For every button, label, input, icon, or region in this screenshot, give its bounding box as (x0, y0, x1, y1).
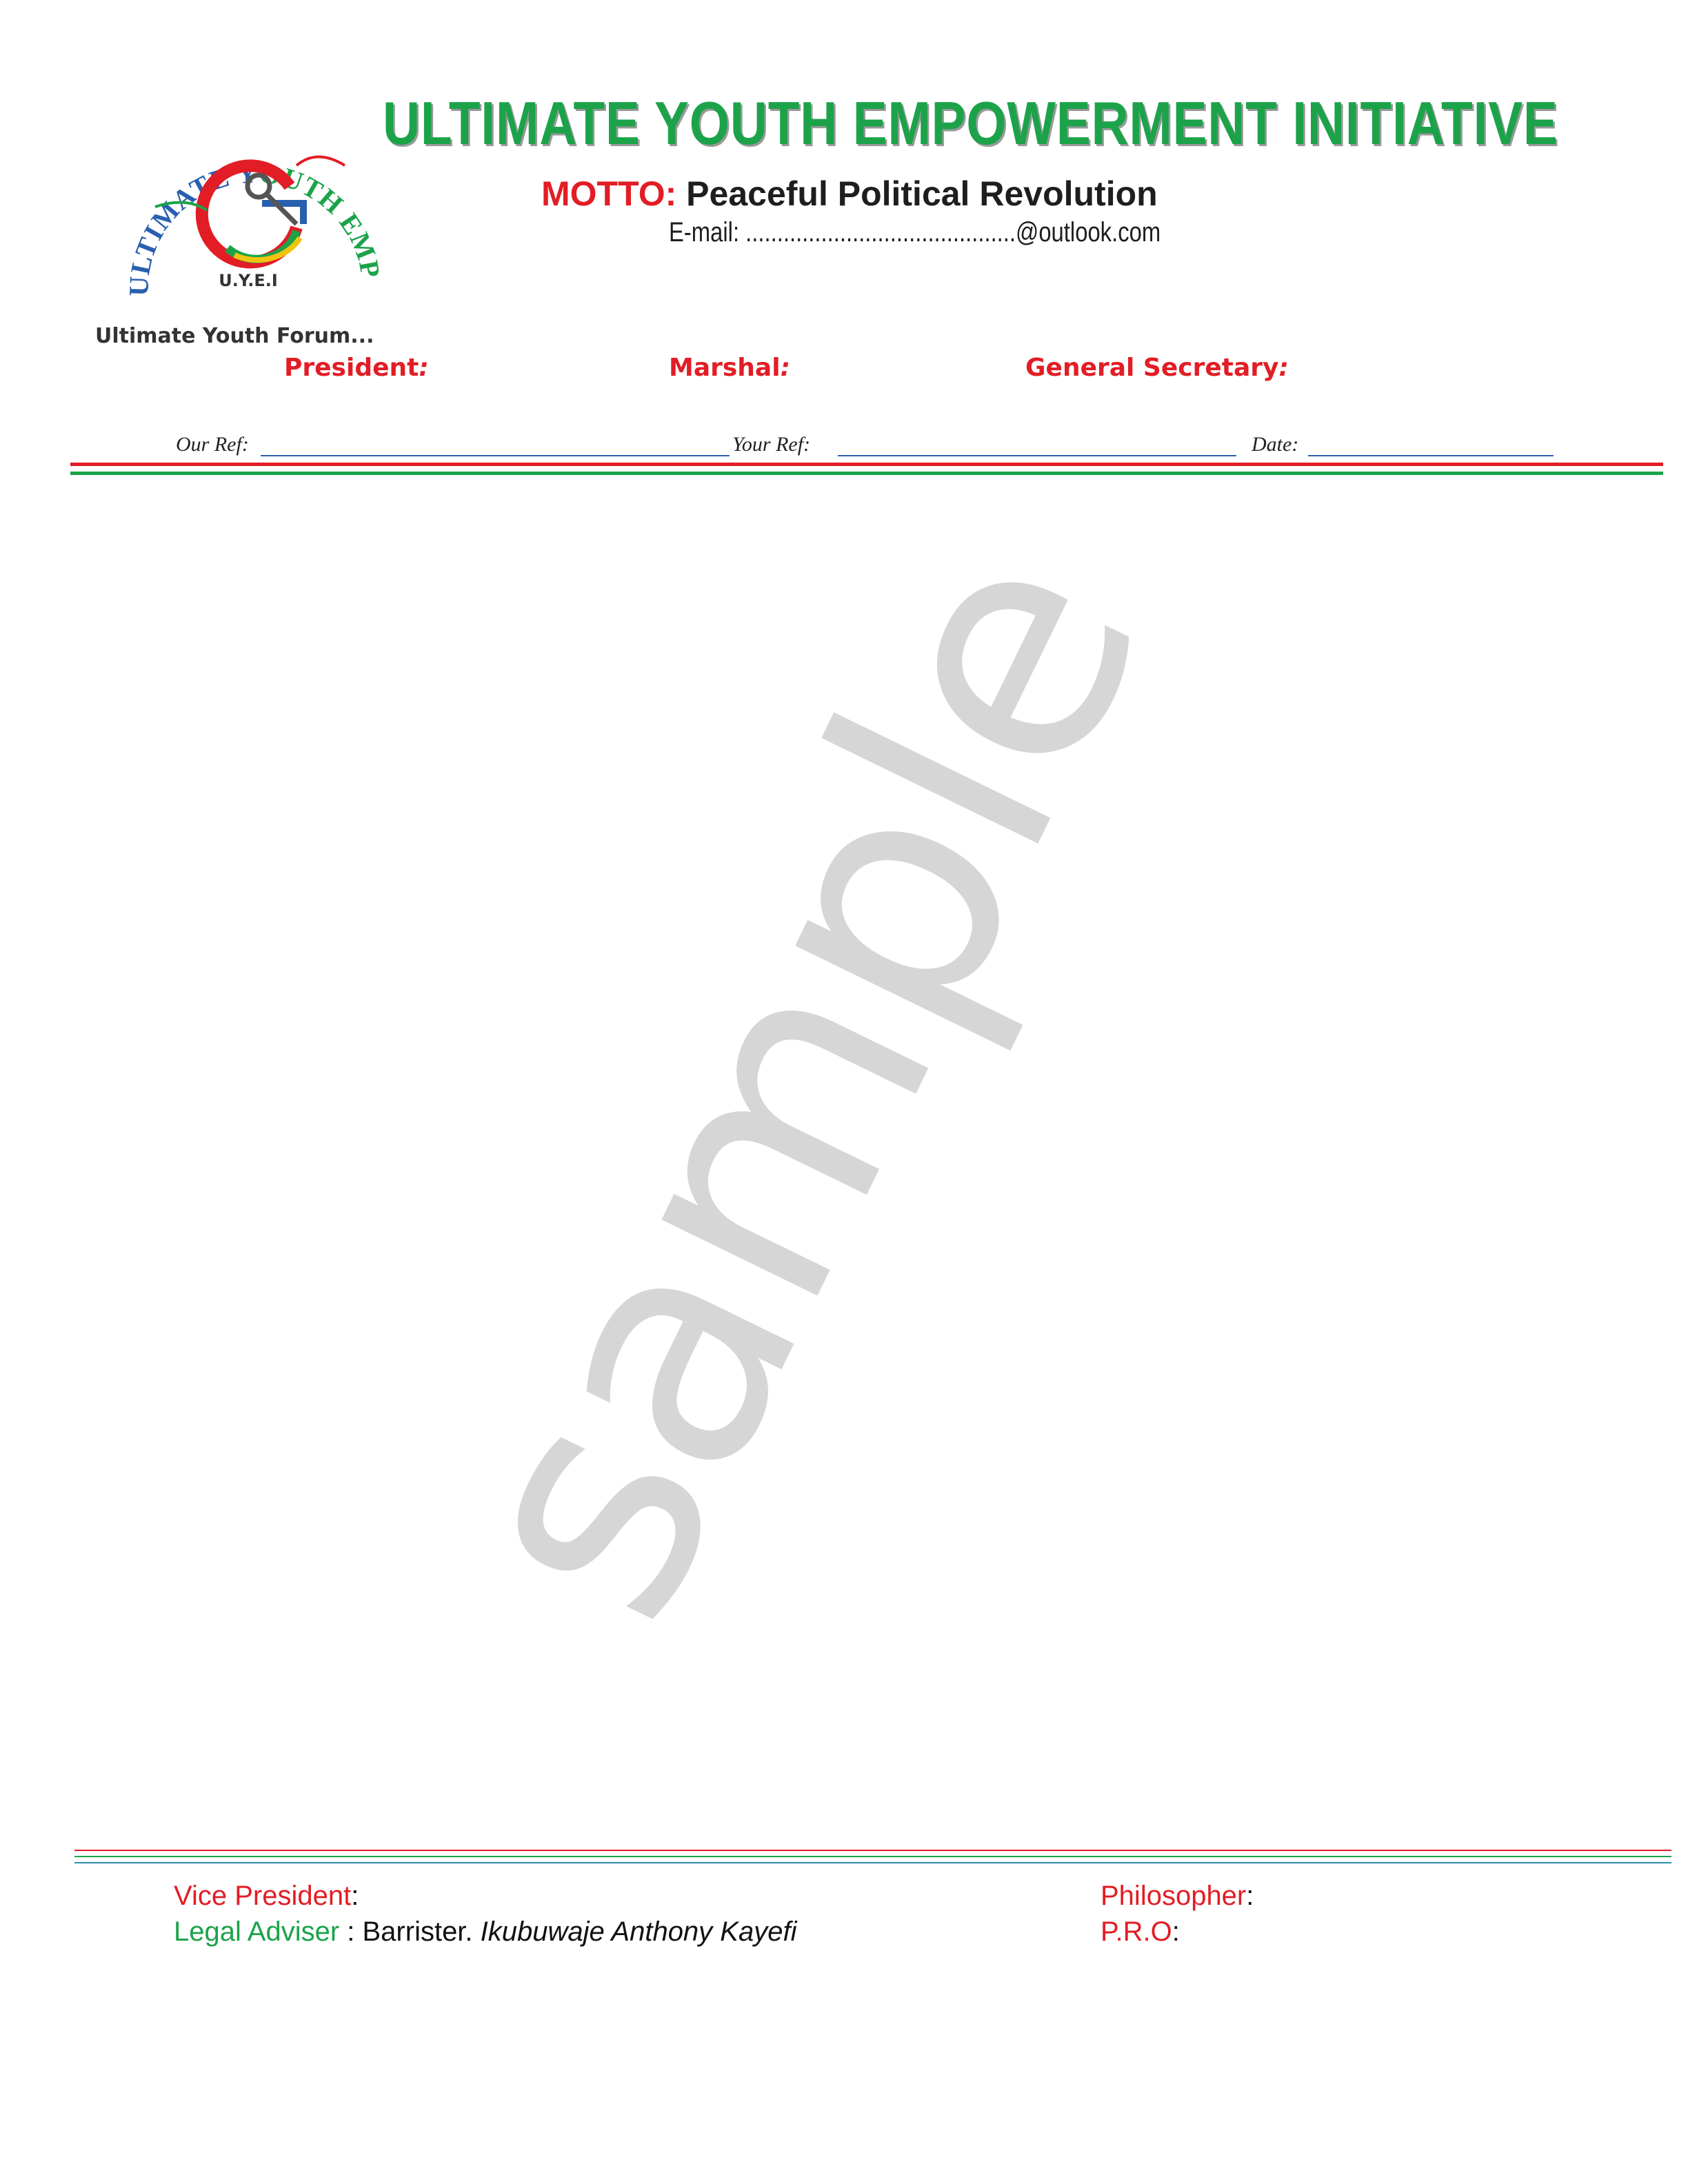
legal-adviser-title: : Barrister. (339, 1917, 481, 1947)
vice-president-label: Vice President (174, 1881, 352, 1911)
motto-label: MOTTO: (541, 174, 677, 213)
date-field[interactable] (1308, 455, 1554, 456)
motto: MOTTO: Peaceful Political Revolution (541, 174, 1158, 214)
officer-marshal-label: Marshal (669, 354, 781, 382)
legal-adviser-name: Ikubuwaje Anthony Kayefi (480, 1917, 797, 1947)
footer-philosopher: Philosopher: (1101, 1881, 1254, 1911)
officer-president: President: (284, 354, 429, 382)
officer-general-secretary-label: General Secretary (1025, 354, 1279, 382)
email-line: E-mail: ................................… (669, 217, 1161, 247)
officer-general-secretary: General Secretary: (1025, 354, 1289, 382)
philosopher-label: Philosopher (1101, 1881, 1247, 1911)
organization-name: ULTIMATE YOUTH EMPOWERMENT INITIATIVE (383, 89, 1558, 157)
forum-text: Ultimate Youth Forum... (95, 324, 374, 348)
our-ref-field[interactable] (261, 455, 730, 456)
footer-pro: P.R.O: (1101, 1917, 1180, 1947)
pro-label: P.R.O (1101, 1917, 1172, 1947)
footer-legal-adviser: Legal Adviser : Barrister. Ikubuwaje Ant… (174, 1917, 796, 1948)
organization-logo: ULTIMATE YOUTH EMPOWERMENT INITIATIVE U.… (90, 83, 386, 296)
motto-text: Peaceful Political Revolution (686, 174, 1158, 213)
officer-marshal: Marshal: (669, 354, 790, 382)
sample-watermark: sample (386, 494, 1214, 1670)
header-rule-green (70, 472, 1663, 475)
officer-president-label: President (284, 354, 419, 382)
legal-adviser-label: Legal Adviser (174, 1917, 340, 1947)
footer-rule-blue (74, 1862, 1671, 1863)
footer-rule-red (74, 1850, 1671, 1851)
your-ref-field[interactable] (838, 455, 1236, 456)
your-ref-label: Your Ref: (732, 433, 811, 456)
footer-rule-green (74, 1856, 1671, 1857)
date-label: Date: (1252, 433, 1299, 456)
our-ref-label: Our Ref: (176, 433, 249, 456)
footer-vice-president: Vice President: (174, 1881, 359, 1911)
header-rule-red (70, 463, 1663, 466)
logo-initials: U.Y.E.I (219, 271, 278, 290)
